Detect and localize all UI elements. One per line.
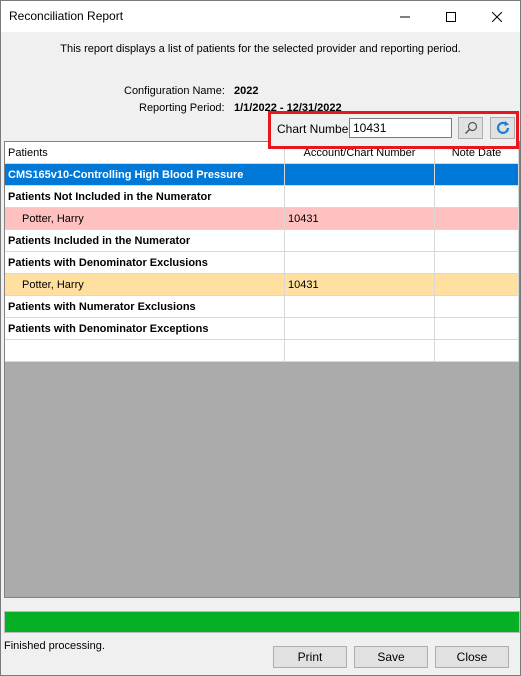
- group-row[interactable]: Patients Included in the Numerator: [5, 230, 519, 252]
- minimize-icon: [400, 16, 410, 17]
- window-title: Reconciliation Report: [9, 9, 124, 23]
- patient-name-cell: Patients with Denominator Exclusions: [5, 252, 285, 274]
- maximize-icon: [446, 11, 456, 22]
- patient-name-cell: Potter, Harry: [5, 208, 285, 230]
- note-date-cell: [435, 296, 519, 318]
- patient-name-cell: CMS165v10-Controlling High Blood Pressur…: [5, 164, 285, 186]
- column-header-patients[interactable]: Patients: [5, 142, 285, 164]
- refresh-button[interactable]: [490, 117, 515, 139]
- group-row[interactable]: Patients with Denominator Exceptions: [5, 318, 519, 340]
- patient-row[interactable]: Potter, Harry 10431: [5, 208, 519, 230]
- chart-number-input[interactable]: [349, 118, 452, 138]
- patient-name-cell: Patients with Numerator Exclusions: [5, 296, 285, 318]
- account-chart-number-cell: [285, 230, 435, 252]
- note-date-cell: [435, 230, 519, 252]
- status-text: Finished processing.: [4, 640, 105, 652]
- save-button[interactable]: Save: [354, 646, 428, 668]
- account-chart-number-cell: [285, 296, 435, 318]
- account-chart-number-cell: [285, 340, 435, 362]
- patients-grid: Patients Account/Chart Number Note Date …: [4, 141, 520, 598]
- patient-name-cell: Patients with Denominator Exceptions: [5, 318, 285, 340]
- account-chart-number-cell: [285, 252, 435, 274]
- print-button[interactable]: Print: [273, 646, 347, 668]
- patient-name-cell: Patients Included in the Numerator: [5, 230, 285, 252]
- measure-row[interactable]: CMS165v10-Controlling High Blood Pressur…: [5, 164, 519, 186]
- group-row[interactable]: Patients with Denominator Exclusions: [5, 252, 519, 274]
- note-date-cell: [435, 186, 519, 208]
- close-icon: [492, 11, 502, 22]
- patient-row[interactable]: Potter, Harry 10431: [5, 274, 519, 296]
- progress-bar: [4, 611, 520, 633]
- account-chart-number-cell: 10431: [285, 274, 435, 296]
- account-chart-number-cell: 10431: [285, 208, 435, 230]
- reconciliation-report-window: Reconciliation Report This report displa…: [0, 0, 521, 676]
- empty-row[interactable]: [5, 340, 519, 362]
- title-bar: Reconciliation Report: [1, 1, 520, 32]
- note-date-cell: [435, 318, 519, 340]
- note-date-cell: [435, 274, 519, 296]
- maximize-button[interactable]: [428, 1, 474, 32]
- chart-number-search-highlight: Chart Number: [268, 111, 519, 149]
- patient-name-cell: [5, 340, 285, 362]
- close-window-button[interactable]: [474, 1, 520, 32]
- configuration-name-label: Configuration Name:: [124, 85, 225, 97]
- search-button[interactable]: [458, 117, 483, 139]
- note-date-cell: [435, 208, 519, 230]
- close-button[interactable]: Close: [435, 646, 509, 668]
- note-date-cell: [435, 340, 519, 362]
- account-chart-number-cell: [285, 164, 435, 186]
- account-chart-number-cell: [285, 186, 435, 208]
- account-chart-number-cell: [285, 318, 435, 340]
- minimize-button[interactable]: [382, 1, 428, 32]
- refresh-icon: [496, 121, 509, 134]
- group-row[interactable]: Patients with Numerator Exclusions: [5, 296, 519, 318]
- patient-name-cell: Patients Not Included in the Numerator: [5, 186, 285, 208]
- configuration-name-value: 2022: [234, 85, 259, 97]
- note-date-cell: [435, 164, 519, 186]
- report-description: This report displays a list of patients …: [60, 43, 461, 55]
- search-icon: [464, 121, 477, 135]
- chart-number-label: Chart Number: [277, 122, 353, 136]
- note-date-cell: [435, 252, 519, 274]
- patient-name-cell: Potter, Harry: [5, 274, 285, 296]
- group-row[interactable]: Patients Not Included in the Numerator: [5, 186, 519, 208]
- reporting-period-label: Reporting Period:: [139, 102, 225, 114]
